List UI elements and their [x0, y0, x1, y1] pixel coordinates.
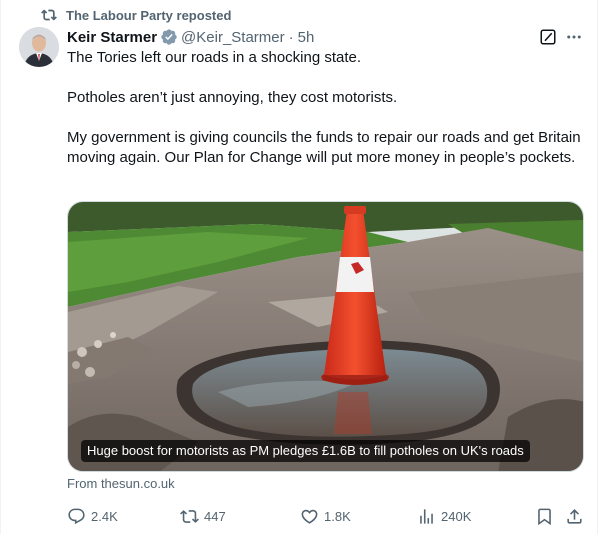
repost-button[interactable]: 447 [180, 504, 226, 528]
tweet-paragraph: My government is giving councils the fun… [67, 129, 581, 166]
heart-icon [301, 509, 318, 524]
header-separator: · [288, 28, 294, 46]
tweet-paragraph: Potholes aren’t just annoying, they cost… [67, 89, 398, 106]
avatar[interactable] [19, 27, 59, 67]
share-button[interactable] [565, 504, 584, 528]
reply-icon [68, 508, 85, 524]
analytics-icon [420, 508, 433, 524]
tweet-timestamp[interactable]: 5h [298, 29, 315, 46]
action-bar: 2.4K 447 1.8K 240K [67, 504, 587, 528]
repost-icon [180, 509, 199, 523]
author-handle[interactable]: @Keir_Starmer [181, 29, 285, 46]
bookmark-icon [538, 508, 551, 525]
grok-icon[interactable] [539, 28, 557, 46]
reply-count: 2.4K [91, 508, 118, 524]
link-card[interactable]: Huge boost for motorists as PM pledges £… [67, 201, 584, 472]
author-name[interactable]: Keir Starmer [67, 29, 157, 46]
verified-badge-icon[interactable] [160, 28, 178, 46]
card-caption: Huge boost for motorists as PM pledges £… [81, 440, 530, 462]
card-image [68, 202, 583, 471]
share-icon [567, 508, 582, 524]
reply-button[interactable]: 2.4K [67, 504, 118, 528]
repost-label: The Labour Party reposted [66, 7, 232, 23]
like-count: 1.8K [324, 508, 351, 524]
views-button[interactable]: 240K [417, 504, 471, 528]
repost-context[interactable]: The Labour Party reposted [41, 6, 231, 24]
tweet-container[interactable]: The Labour Party reposted Keir Starmer @… [0, 0, 598, 534]
bookmark-button[interactable] [535, 504, 554, 528]
more-options-icon[interactable] [564, 28, 584, 46]
card-source[interactable]: From thesun.co.uk [67, 476, 175, 491]
repost-icon [41, 9, 57, 21]
repost-count: 447 [204, 508, 226, 524]
like-button[interactable]: 1.8K [300, 504, 351, 528]
tweet-text: The Tories left our roads in a shocking … [67, 48, 582, 168]
views-count: 240K [441, 508, 472, 524]
tweet-paragraph: The Tories left our roads in a shocking … [67, 49, 362, 66]
author-header: Keir Starmer @Keir_Starmer · 5h [67, 26, 314, 48]
